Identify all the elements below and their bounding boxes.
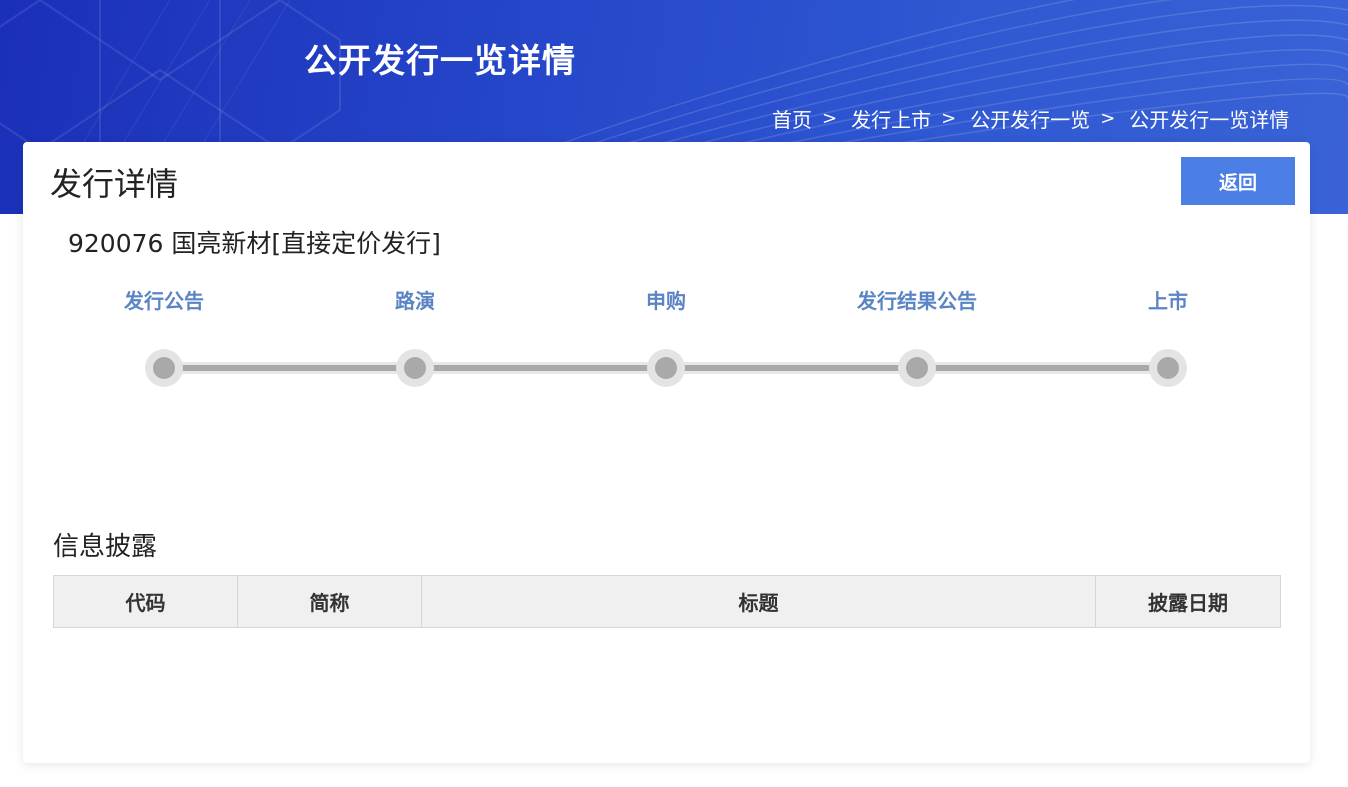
column-header-short-name: 简称 bbox=[237, 575, 422, 628]
step-node-announcement bbox=[145, 349, 183, 387]
breadcrumb-current: 公开发行一览详情 bbox=[1129, 108, 1290, 132]
column-header-title: 标题 bbox=[421, 575, 1096, 628]
step-label-roadshow[interactable]: 路演 bbox=[395, 285, 435, 314]
issuance-detail-card: 发行详情 返回 920076 国亮新材[直接定价发行] 发行公告 路演 申购 发… bbox=[23, 142, 1310, 763]
page-title: 公开发行一览详情 bbox=[304, 41, 576, 80]
stock-title: 920076 国亮新材[直接定价发行] bbox=[68, 229, 441, 258]
breadcrumb-separator: > bbox=[1100, 108, 1116, 129]
breadcrumb-separator: > bbox=[822, 108, 838, 129]
breadcrumb-home[interactable]: 首页 bbox=[772, 104, 812, 133]
step-label-listing[interactable]: 上市 bbox=[1148, 285, 1188, 314]
table-header-row: 代码 简称 标题 披露日期 bbox=[53, 575, 1281, 628]
step-node-result-announcement bbox=[898, 349, 936, 387]
step-node-subscription bbox=[647, 349, 685, 387]
step-label-subscription[interactable]: 申购 bbox=[646, 285, 686, 314]
disclosure-section-title: 信息披露 bbox=[53, 532, 158, 562]
breadcrumb-separator: > bbox=[941, 108, 957, 129]
column-header-code: 代码 bbox=[53, 575, 238, 628]
disclosure-table: 代码 简称 标题 披露日期 bbox=[53, 575, 1281, 628]
step-label-announcement[interactable]: 发行公告 bbox=[124, 285, 204, 314]
step-label-result-announcement[interactable]: 发行结果公告 bbox=[857, 285, 977, 314]
back-button[interactable]: 返回 bbox=[1181, 157, 1295, 205]
breadcrumb-listing[interactable]: 发行上市 bbox=[851, 104, 931, 133]
column-header-date: 披露日期 bbox=[1095, 575, 1281, 628]
step-node-roadshow bbox=[396, 349, 434, 387]
breadcrumb: 首页 > 发行上市 > 公开发行一览 > 公开发行一览详情 bbox=[772, 104, 1289, 133]
breadcrumb-public-offering-list[interactable]: 公开发行一览 bbox=[970, 104, 1090, 133]
card-title: 发行详情 bbox=[50, 165, 179, 203]
step-node-listing bbox=[1149, 349, 1187, 387]
